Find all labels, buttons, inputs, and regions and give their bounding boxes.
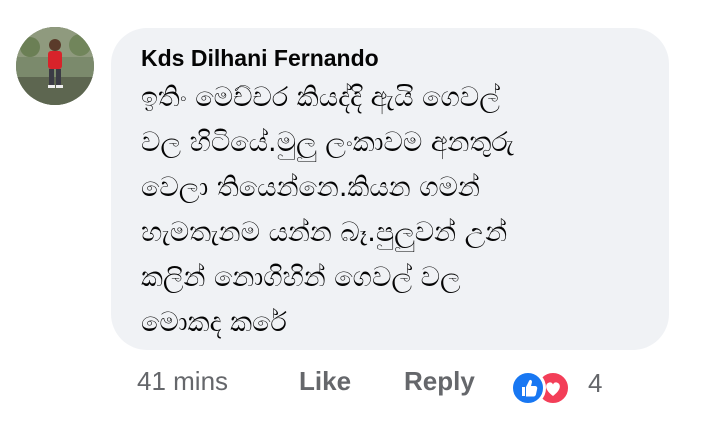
like-button[interactable]: Like [299, 366, 351, 397]
comment-text-line: කලින් නොගිහින් ගෙවල් වල [141, 262, 461, 293]
comment-text-line: ඉතිං මෙච්චර කියද්දි ඇයි ගෙවල් [141, 82, 500, 113]
reactions-summary[interactable]: 4 [510, 368, 620, 406]
comment-author[interactable]: Kds Dilhani Fernando [141, 44, 647, 72]
like-icon [510, 370, 546, 406]
comment-bubble: Kds Dilhani Fernando ඉතිං මෙච්චර කියද්දි… [111, 28, 669, 350]
comment-text-line: මොකද කරේ [141, 307, 287, 338]
comment-text-line: වෙලා තියෙන්නෙ.කියන ගමන් [141, 172, 480, 203]
reaction-count: 4 [588, 368, 603, 398]
comment-timestamp[interactable]: 41 mins [137, 366, 228, 397]
comment-text-line: හැමතැනම යන්න බෑ.පුලුවන් උන් [141, 217, 508, 248]
reply-button[interactable]: Reply [404, 366, 475, 397]
avatar[interactable] [16, 27, 94, 105]
comment-actions: 41 mins Like Reply 4 [137, 362, 697, 406]
comment-text-line: වල හිටියේ.මුලු ලංකාවම අනතුරු [141, 127, 514, 158]
